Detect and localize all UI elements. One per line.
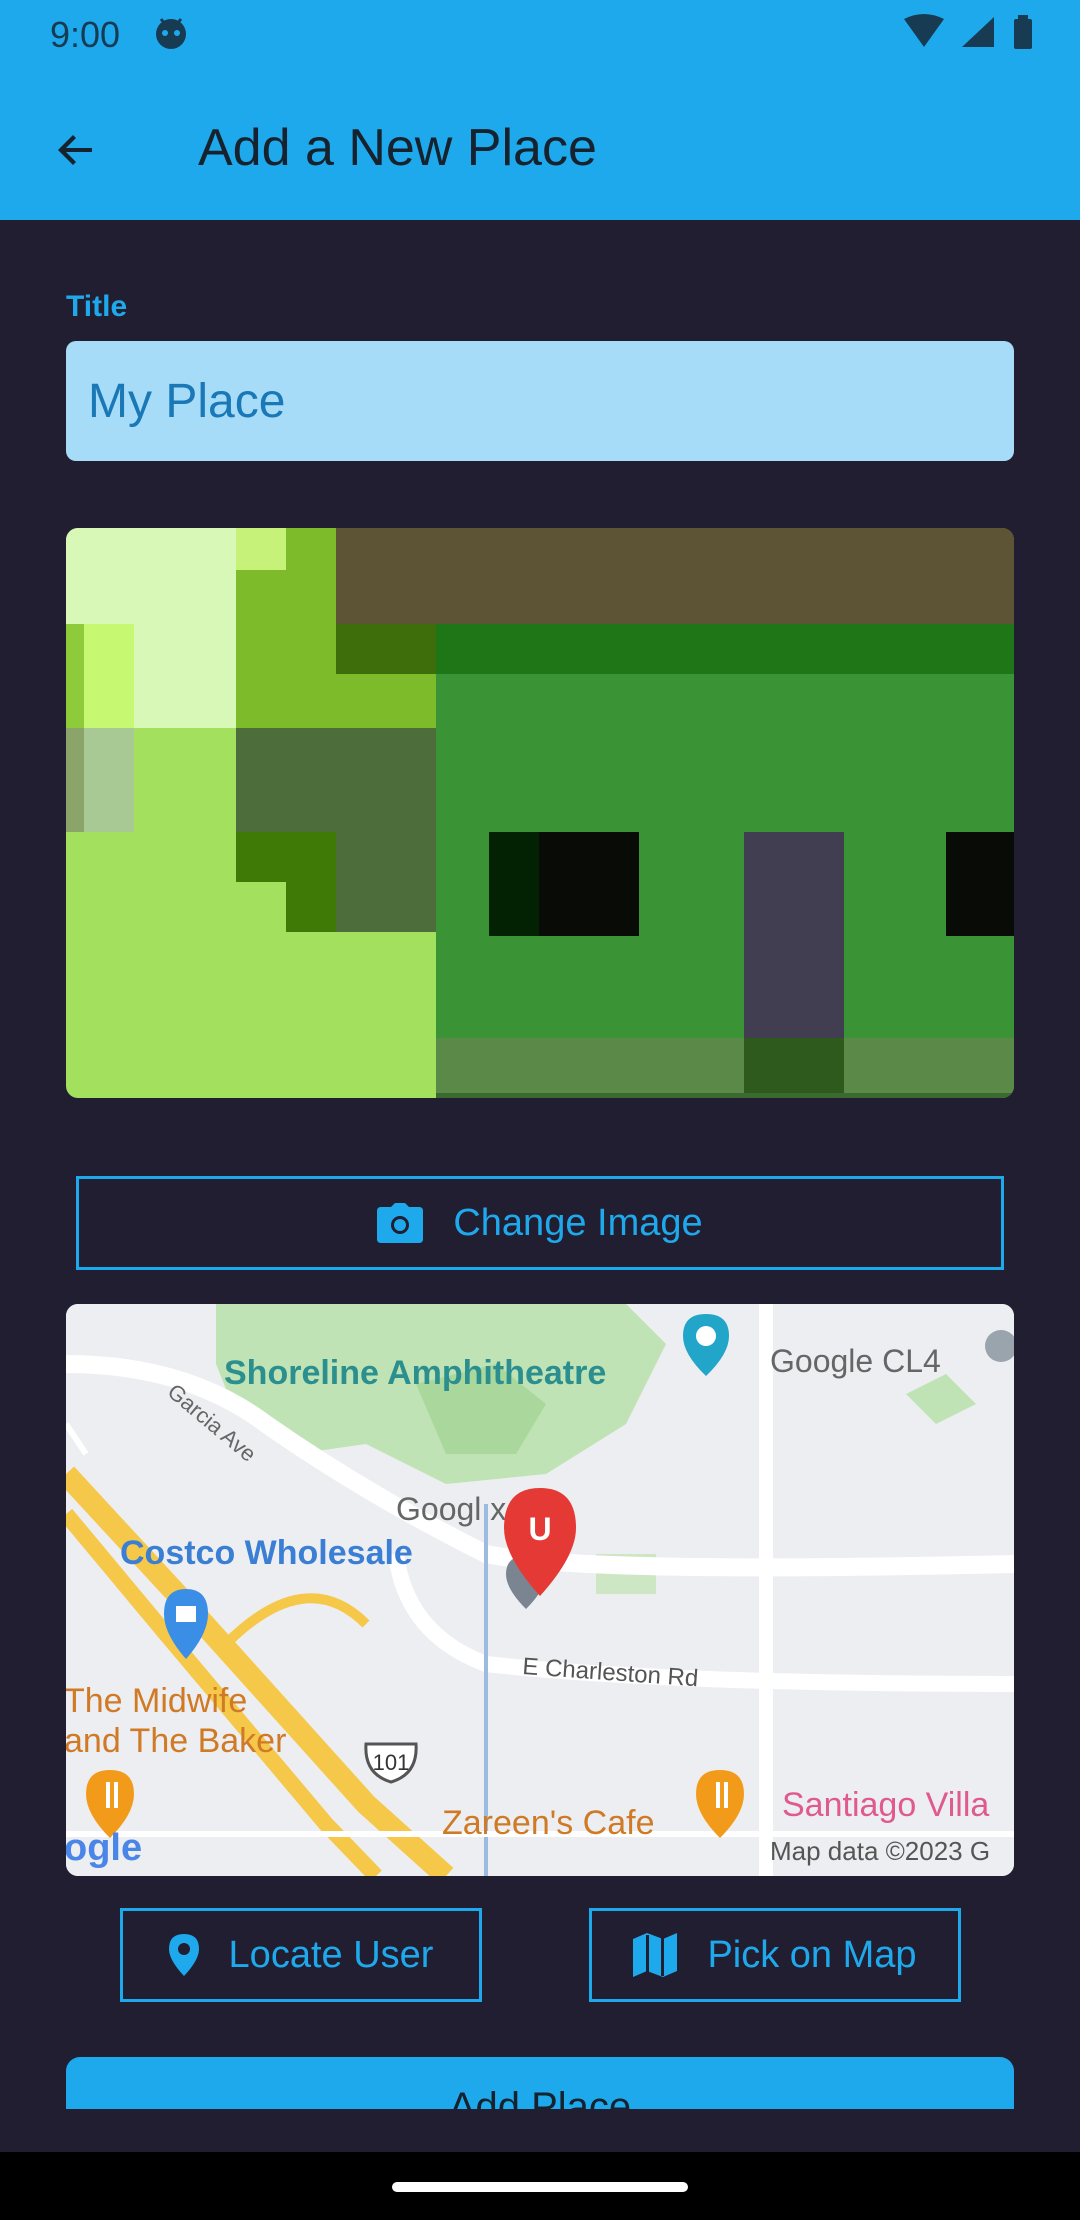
location-pin-icon	[168, 1934, 199, 1976]
place-image	[66, 528, 1014, 1098]
back-button[interactable]	[36, 110, 116, 190]
signal-icon	[962, 17, 994, 47]
map-label-costco: Costco Wholesale	[120, 1534, 413, 1572]
android-robot-icon	[156, 18, 186, 49]
map-label-google-cl4: Google CL4	[770, 1343, 941, 1379]
battery-icon	[1014, 19, 1032, 49]
image-preview	[66, 528, 1014, 1098]
status-time: 9:00	[50, 14, 121, 55]
map-label-zareen: Zareen's Cafe	[442, 1804, 654, 1842]
navigation-bar	[0, 2152, 1080, 2220]
svg-text:101: 101	[373, 1750, 410, 1775]
status-bar: 9:00	[0, 0, 1080, 64]
camera-icon	[377, 1203, 424, 1243]
add-place-button[interactable]: Add Place	[66, 2057, 1014, 2109]
map-label-googleplex: Googl x	[396, 1491, 506, 1527]
map-label-midwife-2: and The Baker	[66, 1722, 286, 1760]
wifi-icon	[904, 14, 944, 47]
map-label-santiago: Santiago Villa	[782, 1786, 989, 1824]
title-field[interactable]	[66, 341, 1014, 461]
page-title: Add a New Place	[198, 119, 597, 177]
add-place-label: Add Place	[448, 2085, 632, 2109]
map-attribution: Map data ©2023 G	[770, 1836, 990, 1866]
svg-text:U: U	[528, 1511, 551, 1547]
change-image-label: Change Image	[453, 1201, 703, 1244]
status-icons	[904, 14, 1032, 49]
home-handle[interactable]	[392, 2182, 688, 2192]
pick-on-map-button[interactable]: Pick on Map	[589, 1908, 961, 2002]
map-label-midwife-1: The Midwife	[66, 1682, 247, 1720]
location-map: 101 Shoreline Amphitheatre Google CL4 Ga…	[66, 1304, 1014, 1876]
title-input[interactable]	[88, 341, 988, 461]
map-icon	[633, 1933, 678, 1977]
locate-user-label: Locate User	[228, 1933, 434, 1976]
google-logo: ogle	[66, 1827, 142, 1869]
map-label-shoreline: Shoreline Amphitheatre	[224, 1354, 606, 1392]
arrow-back-icon	[58, 135, 92, 165]
locate-user-button[interactable]: Locate User	[120, 1908, 482, 2002]
app-bar: Add a New Place	[0, 64, 1080, 220]
map-preview[interactable]: 101 Shoreline Amphitheatre Google CL4 Ga…	[66, 1304, 1014, 1876]
change-image-button[interactable]: Change Image	[76, 1176, 1004, 1270]
pick-on-map-label: Pick on Map	[707, 1933, 917, 1976]
title-label: Title	[66, 290, 128, 323]
